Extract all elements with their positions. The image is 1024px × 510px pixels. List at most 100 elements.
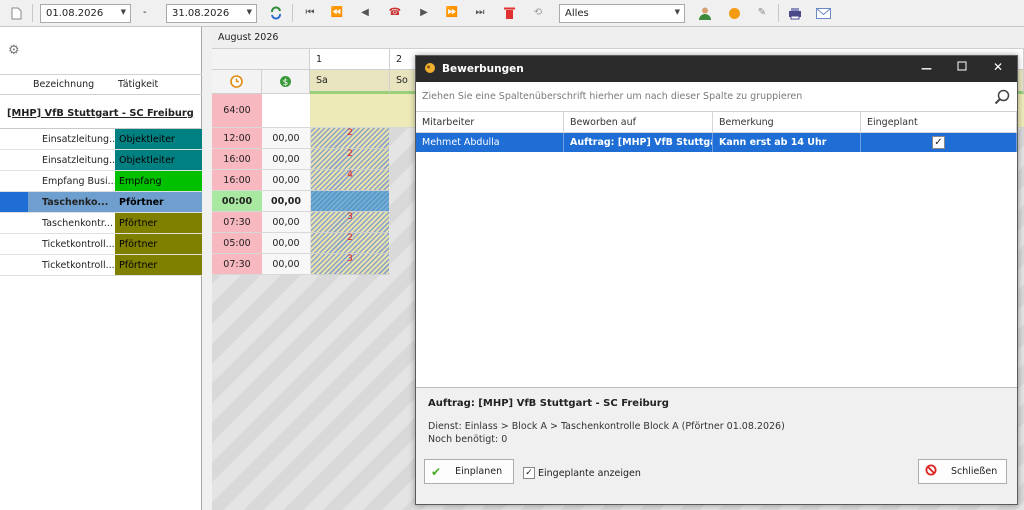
employee-name[interactable]: Einsatzleitung... (28, 150, 115, 171)
employee-task[interactable]: Pförtner (115, 213, 202, 234)
clear-icon[interactable]: ⟲ (530, 5, 546, 21)
checkbox-eingeplant[interactable]: ✓ (932, 136, 945, 149)
print-icon[interactable] (787, 5, 803, 21)
employee-task[interactable]: Objektleiter (115, 150, 202, 171)
clock-icon (212, 70, 262, 94)
row-selector[interactable] (0, 150, 28, 171)
row-selector[interactable] (0, 192, 28, 213)
total-amount (262, 94, 310, 128)
shift-count-cell[interactable]: 3 (311, 254, 389, 275)
shift-count-cell[interactable]: 4 (311, 170, 389, 191)
new-document-icon[interactable] (8, 5, 24, 21)
search-icon[interactable] (994, 89, 1010, 108)
refresh-icon[interactable] (268, 5, 284, 21)
row-amount: 00,00 (262, 254, 310, 275)
maximize-icon[interactable] (957, 61, 967, 74)
checkmark-icon: ✔ (431, 464, 442, 479)
row-selector[interactable] (0, 234, 28, 255)
row-selector[interactable] (0, 171, 28, 192)
row-amount: 00,00 (262, 149, 310, 170)
row-hours: 07:30 (212, 212, 262, 233)
user-icon[interactable] (697, 5, 713, 21)
employee-task[interactable]: Empfang (115, 171, 202, 192)
fast-forward-icon[interactable]: ⏩ (444, 5, 460, 21)
minimize-icon[interactable]: — (921, 62, 932, 75)
employee-task[interactable]: Pförtner (115, 192, 202, 213)
shift-count-cell[interactable]: 2 (311, 128, 389, 149)
employee-name[interactable]: Ticketkontroll... (28, 255, 115, 276)
first-page-icon[interactable]: ⏮ (302, 5, 318, 21)
dialog-titlebar[interactable]: Bewerbungen — ✕ (416, 56, 1017, 82)
left-grid-header: Bezeichnung Tätigkeit (0, 74, 202, 95)
row-hours: 05:00 (212, 233, 262, 254)
employee-name[interactable]: Taschenkontr... (28, 213, 115, 234)
row-mitarbeiter[interactable]: Mehmet Abdulla (416, 133, 564, 152)
employee-grid: ⚙ Bezeichnung Tätigkeit [MHP] VfB Stuttg… (0, 27, 202, 510)
employee-name[interactable]: Einsatzleitung... (28, 129, 115, 150)
month-header: August 2026 (212, 27, 1024, 49)
employee-name[interactable]: Taschenko... (28, 192, 115, 213)
shift-count-cell[interactable]: 3 (311, 212, 389, 233)
row-selector[interactable] (0, 213, 28, 234)
chevron-down-icon: ▼ (674, 8, 680, 16)
fast-back-icon[interactable]: ⏪ (329, 5, 345, 21)
row-hours: 07:30 (212, 254, 262, 275)
applications-icon (424, 62, 436, 77)
row-selector[interactable] (0, 129, 28, 150)
shift-count-cell[interactable] (311, 191, 389, 212)
filter-select[interactable]: Alles ▼ (559, 4, 685, 23)
group-by-panel[interactable]: Ziehen Sie eine Spaltenüberschrift hierh… (416, 82, 1017, 112)
close-button[interactable]: Schließen (918, 459, 1007, 484)
day-1-total (310, 94, 390, 128)
gear-icon[interactable]: ⚙ (8, 43, 20, 58)
date-to-picker[interactable]: 31.08.2026 ▼ (166, 4, 257, 23)
day-1-number: 1 (310, 49, 390, 70)
row-selector[interactable] (0, 255, 28, 276)
employee-task[interactable]: Pförtner (115, 255, 202, 276)
last-page-icon[interactable]: ⏭ (472, 5, 488, 21)
row-hours: 16:00 (212, 170, 262, 191)
employee-task[interactable]: Pförtner (115, 234, 202, 255)
column-header-bezeichnung[interactable]: Bezeichnung (33, 79, 94, 90)
date-from-picker[interactable]: 01.08.2026 ▼ (40, 4, 131, 23)
show-planned-checkbox[interactable]: ✓ (523, 467, 535, 479)
column-header-beworben[interactable]: Beworben auf (564, 112, 713, 133)
employee-name[interactable]: Empfang Busi... (28, 171, 115, 192)
delete-icon[interactable] (501, 5, 517, 21)
mail-icon[interactable] (815, 5, 831, 21)
close-icon[interactable]: ✕ (993, 60, 1003, 74)
toolbar-separator (32, 4, 33, 22)
back-icon[interactable]: ◀ (357, 5, 373, 21)
shift-count-cell[interactable]: 2 (311, 233, 389, 254)
column-header-eingeplant[interactable]: Eingeplant (861, 112, 1017, 133)
money-icon: $ (262, 70, 310, 94)
row-eingeplant[interactable]: ✓ (861, 133, 1017, 152)
show-planned-label[interactable]: Eingeplante anzeigen (538, 468, 641, 479)
row-amount: 00,00 (262, 233, 310, 254)
chevron-down-icon: ▼ (246, 8, 252, 16)
edit-icon[interactable]: ✎ (754, 5, 770, 21)
applications-grid: Mitarbeiter Beworben auf Bemerkung Einge… (416, 112, 1017, 388)
status-dot-icon[interactable] (726, 5, 742, 21)
row-beworben[interactable]: Auftrag: [MHP] VfB Stuttga... (564, 133, 713, 152)
row-bemerkung[interactable]: Kann erst ab 14 Uhr (713, 133, 861, 152)
svg-text:$: $ (283, 78, 289, 88)
detail-dienst: Dienst: Einlass > Block A > Taschenkontr… (428, 421, 785, 432)
date-range-separator: - (143, 7, 147, 18)
column-header-mitarbeiter[interactable]: Mitarbeiter (416, 112, 564, 133)
column-header-taetigkeit[interactable]: Tätigkeit (118, 79, 158, 90)
detail-needed: Noch benötigt: 0 (428, 434, 508, 445)
forward-icon[interactable]: ▶ (416, 5, 432, 21)
row-amount: 00,00 (262, 128, 310, 149)
employee-task[interactable]: Objektleiter (115, 129, 202, 150)
employee-name[interactable]: Ticketkontroll... (28, 234, 115, 255)
shift-count-cell[interactable]: 2 (311, 149, 389, 170)
close-label: Schließen (951, 466, 998, 477)
einplanen-label: Einplanen (455, 466, 503, 477)
column-header-bemerkung[interactable]: Bemerkung (713, 112, 861, 133)
group-hint: Ziehen Sie eine Spaltenüberschrift hierh… (422, 91, 803, 102)
phone-icon[interactable]: ☎ (387, 5, 403, 21)
einplanen-button[interactable]: ✔ Einplanen (424, 459, 514, 484)
group-row-title[interactable]: [MHP] VfB Stuttgart - SC Freiburg (0, 98, 202, 129)
bewerbungen-dialog: Bewerbungen — ✕ Ziehen Sie eine Spaltenü… (415, 55, 1018, 505)
